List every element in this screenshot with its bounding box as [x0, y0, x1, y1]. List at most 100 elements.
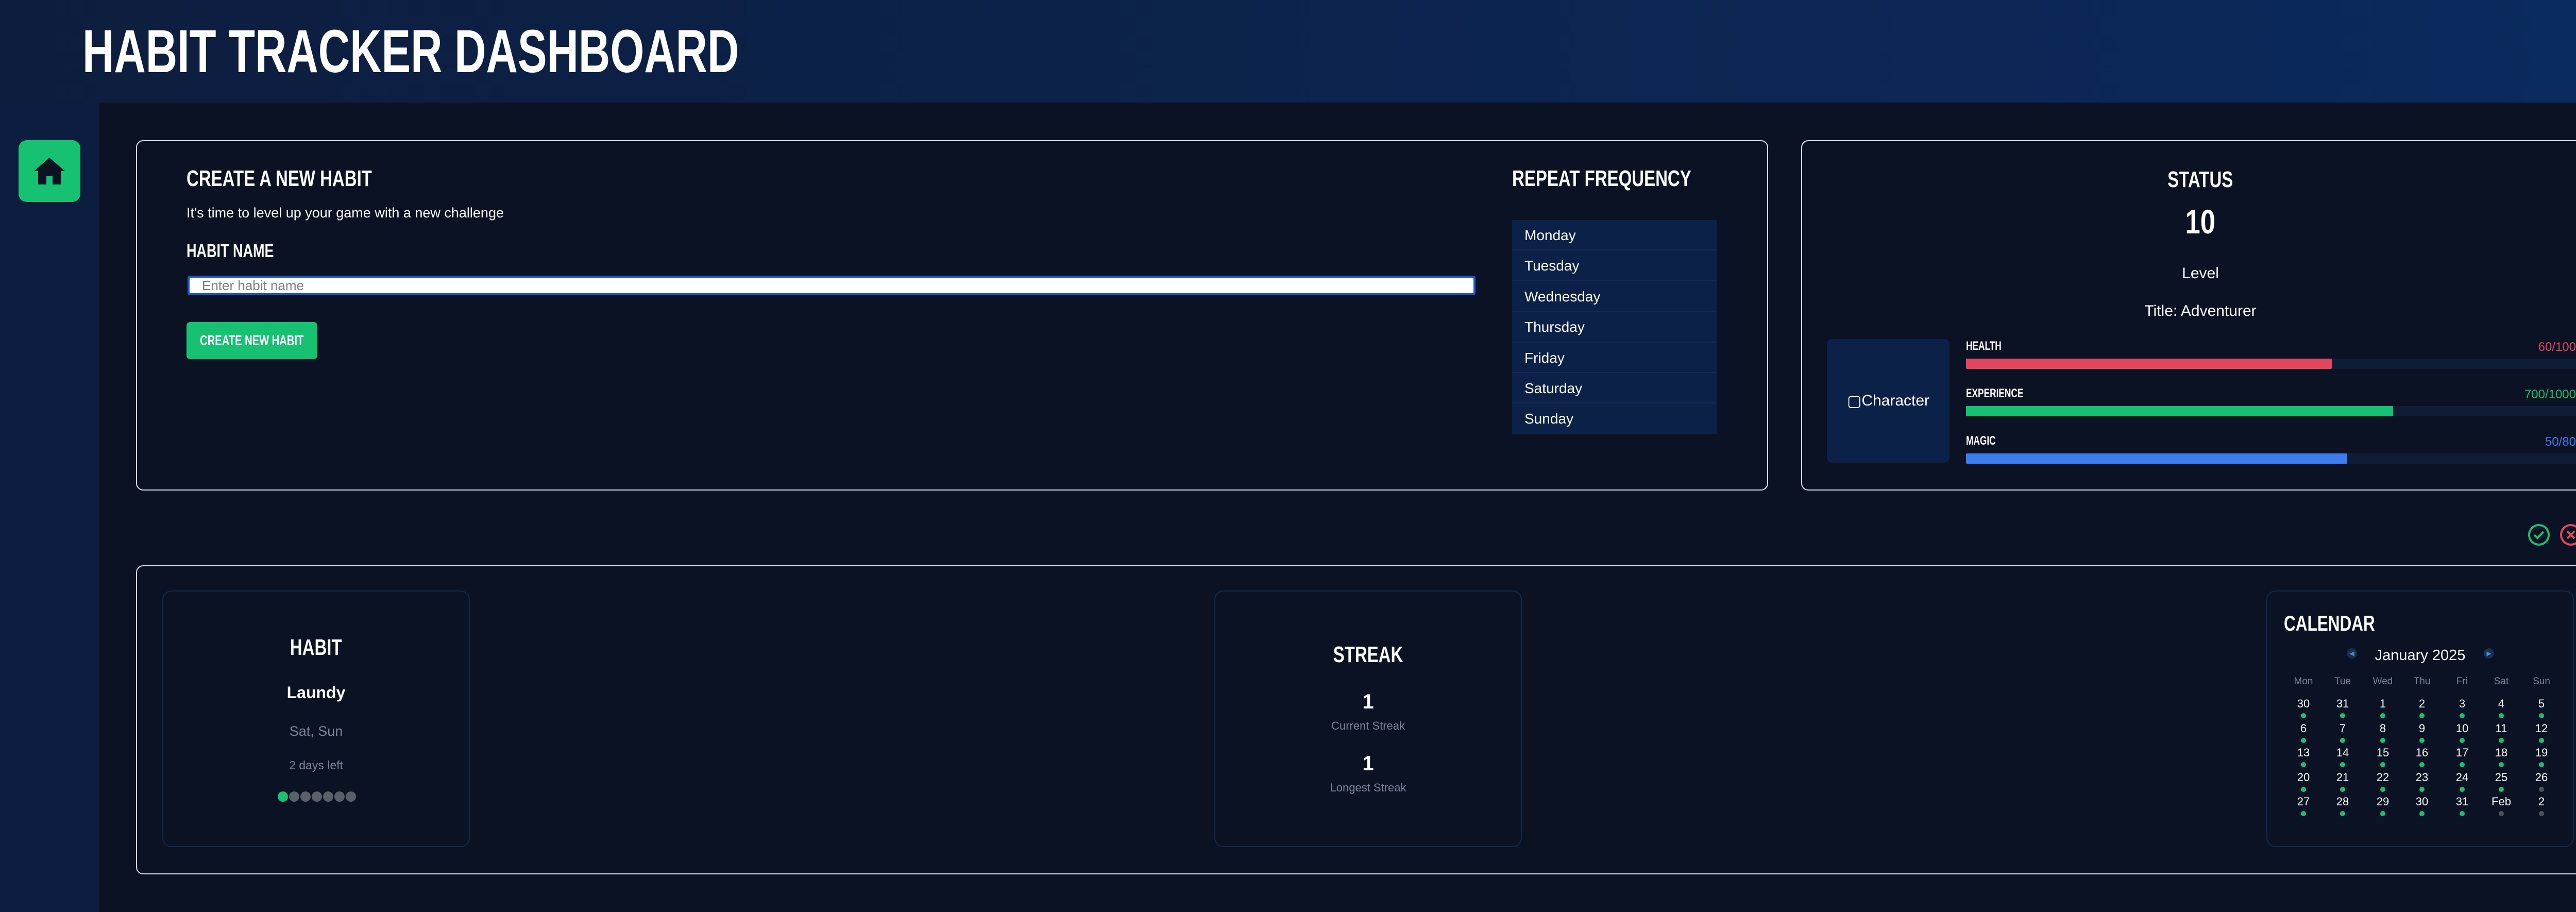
calendar-day[interactable]: 6 — [2288, 722, 2319, 735]
calendar-day-dot — [2419, 737, 2425, 743]
habit-name-input[interactable]: Enter habit name — [188, 276, 1476, 295]
longest-streak-value: 1 — [1362, 752, 1374, 775]
calendar-weekday: Wed — [2372, 676, 2393, 687]
calendar-day[interactable]: 12 — [2526, 722, 2557, 735]
calendar-day-dot — [2340, 786, 2345, 792]
progress-dot — [346, 791, 356, 802]
calendar-day[interactable]: 2 — [2526, 796, 2557, 808]
habit-progress-dots — [163, 791, 469, 804]
progress-dot — [323, 791, 333, 802]
calendar-day[interactable]: 16 — [2406, 747, 2437, 759]
calendar-day-dot — [2499, 762, 2504, 767]
magic-bar-fill — [1966, 453, 2347, 464]
calendar-day-dot — [2419, 811, 2425, 816]
calendar-day-dot — [2499, 811, 2504, 816]
confirm-button[interactable] — [2528, 523, 2550, 546]
calendar-day[interactable]: 7 — [2327, 722, 2358, 735]
habit-card-heading: HABIT — [290, 635, 342, 660]
calendar-day[interactable]: 29 — [2367, 796, 2398, 808]
calendar-day[interactable]: 14 — [2327, 747, 2358, 759]
streak-card: STREAK 1 Current Streak 1 Longest Streak — [1214, 590, 1522, 847]
calendar-card: CALENDAR ◀ January 2025 ▶ Mon Tue Wed Thu Fr… — [2266, 590, 2574, 847]
create-habit-title: CREATE A NEW HABIT — [187, 166, 372, 191]
create-habit-button[interactable]: CREATE NEW HABIT — [187, 322, 317, 359]
calendar-day[interactable]: 23 — [2406, 771, 2437, 784]
calendar-day[interactable]: 28 — [2327, 796, 2358, 808]
calendar-day-dot — [2539, 762, 2544, 767]
freq-option-monday[interactable]: Monday — [1512, 220, 1717, 251]
progress-dot — [312, 791, 322, 802]
level-label: Level — [2182, 265, 2219, 282]
calendar-day[interactable]: 15 — [2367, 747, 2398, 759]
calendar-day[interactable]: 17 — [2447, 747, 2478, 759]
freq-option-wednesday[interactable]: Wednesday — [1512, 281, 1717, 312]
calendar-day[interactable]: 31 — [2327, 698, 2358, 710]
experience-bar-fill — [1966, 406, 2393, 416]
calendar-day-dot — [2499, 737, 2504, 743]
calendar-day[interactable]: 2 — [2406, 698, 2437, 710]
magic-bar — [1966, 453, 2576, 464]
freq-option-saturday[interactable]: Saturday — [1512, 373, 1717, 404]
freq-option-thursday[interactable]: Thursday — [1512, 312, 1717, 343]
calendar-day[interactable]: 4 — [2486, 698, 2517, 710]
calendar-day-dot — [2301, 811, 2306, 816]
calendar-day[interactable]: 24 — [2447, 771, 2478, 784]
home-button[interactable] — [19, 140, 80, 202]
freq-option-tuesday[interactable]: Tuesday — [1512, 250, 1717, 281]
calendar-day-dot — [2340, 762, 2345, 767]
calendar-day[interactable]: 3 — [2447, 698, 2478, 710]
health-bar-fill — [1966, 359, 2332, 369]
calendar-day[interactable]: 1 — [2367, 698, 2398, 710]
calendar-day[interactable]: 8 — [2367, 722, 2398, 735]
freq-option-friday[interactable]: Friday — [1512, 343, 1717, 373]
magic-value: 50/80 — [2545, 435, 2576, 449]
app-title: HABIT TRACKER DASHBOARD — [82, 18, 739, 86]
calendar-day-dot — [2539, 737, 2544, 743]
repeat-frequency-title: REPEAT FREQUENCY — [1512, 166, 1691, 191]
calendar-day[interactable]: 10 — [2447, 722, 2478, 735]
calendar-day-dot — [2380, 713, 2385, 718]
progress-dot — [334, 791, 345, 802]
calendar-day[interactable]: 20 — [2288, 771, 2319, 784]
progress-dot — [300, 791, 311, 802]
calendar-day[interactable]: 31 — [2447, 796, 2478, 808]
calendar-day[interactable]: 11 — [2486, 722, 2517, 735]
character-title: Title: Adventurer — [2144, 302, 2257, 319]
calendar-day[interactable]: 21 — [2327, 771, 2358, 784]
calendar-weekday: Sun — [2533, 676, 2550, 687]
current-streak-value: 1 — [1362, 690, 1374, 713]
character-image: ▢ Character — [1827, 339, 1950, 463]
calendar-day[interactable]: 25 — [2486, 771, 2517, 784]
calendar-day[interactable]: 5 — [2526, 698, 2557, 710]
streak-card-heading: STREAK — [1333, 642, 1403, 667]
habit-name: Laundy — [286, 683, 346, 702]
calendar-day[interactable]: 19 — [2526, 747, 2557, 759]
calendar-day[interactable]: 27 — [2288, 796, 2319, 808]
create-habit-button-label: CREATE NEW HABIT — [200, 332, 304, 348]
health-label: HEALTH — [1966, 339, 2002, 353]
health-value: 60/100 — [2538, 340, 2576, 354]
freq-option-sunday[interactable]: Sunday — [1512, 403, 1717, 434]
calendar-day[interactable]: 30 — [2288, 698, 2319, 710]
calendar-day-dot — [2460, 713, 2465, 718]
health-bar — [1966, 359, 2576, 369]
status-title: STATUS — [2167, 167, 2233, 192]
calendar-day[interactable]: 9 — [2406, 722, 2437, 735]
calendar-day-dot — [2340, 737, 2345, 743]
calendar-day[interactable]: Feb — [2486, 796, 2517, 808]
calendar-day-dot — [2539, 713, 2544, 718]
sidebar — [0, 103, 99, 912]
calendar-day-dot — [2539, 786, 2544, 792]
calendar-day[interactable]: 22 — [2367, 771, 2398, 784]
cancel-button[interactable] — [2560, 523, 2576, 546]
calendar-day-dot — [2460, 762, 2465, 767]
calendar-day-dot — [2419, 713, 2425, 718]
calendar-day[interactable]: 18 — [2486, 747, 2517, 759]
calendar-day[interactable]: 13 — [2288, 747, 2319, 759]
progress-dot — [289, 791, 299, 802]
habit-card[interactable]: HABIT Laundy Sat, Sun 2 days left — [162, 590, 470, 847]
calendar-day[interactable]: 26 — [2526, 771, 2557, 784]
calendar-weekday: Fri — [2456, 676, 2468, 687]
calendar-day[interactable]: 30 — [2406, 796, 2437, 808]
calendar-day-dot — [2340, 811, 2345, 816]
